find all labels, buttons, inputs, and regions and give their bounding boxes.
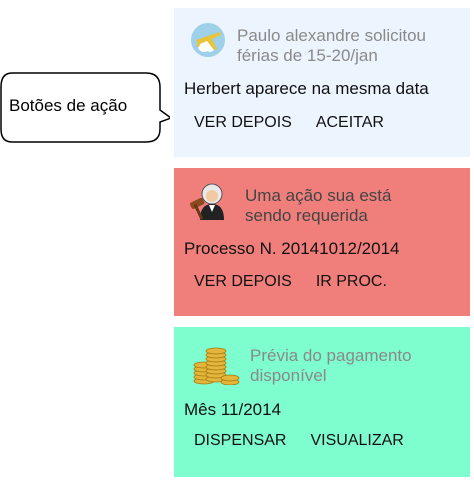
judge-gavel-icon (190, 183, 224, 220)
see-later-button[interactable]: VER DEPOIS (194, 114, 292, 132)
notification-card-payment: Prévia do pagamento disponível Mês 11/20… (174, 327, 470, 477)
airplane-sun-icon (191, 23, 225, 57)
go-to-process-button[interactable]: IR PROC. (316, 273, 387, 291)
notification-card-action-required: Uma ação sua está sendo requerida Proces… (174, 168, 470, 316)
notification-title: Uma ação sua está sendo requerida (245, 186, 392, 225)
see-later-button[interactable]: VER DEPOIS (194, 273, 292, 291)
action-buttons-callout: Botões de ação (0, 72, 170, 143)
notification-title: Prévia do pagamento disponível (250, 346, 412, 385)
notification-card-vacation: Paulo alexandre solicitou férias de 15-2… (174, 8, 470, 157)
dismiss-button[interactable]: DISPENSAR (194, 432, 286, 450)
notification-subtitle: Herbert aparece na mesma data (184, 79, 429, 98)
accept-button[interactable]: ACEITAR (316, 114, 384, 132)
notification-title: Paulo alexandre solicitou férias de 15-2… (237, 26, 427, 65)
notification-subtitle: Processo N. 20141012/2014 (184, 239, 400, 258)
callout-label: Botões de ação (9, 96, 128, 115)
gold-coins-icon (193, 347, 240, 385)
view-button[interactable]: VISUALIZAR (310, 432, 403, 450)
notification-subtitle: Mês 11/2014 (184, 400, 282, 419)
